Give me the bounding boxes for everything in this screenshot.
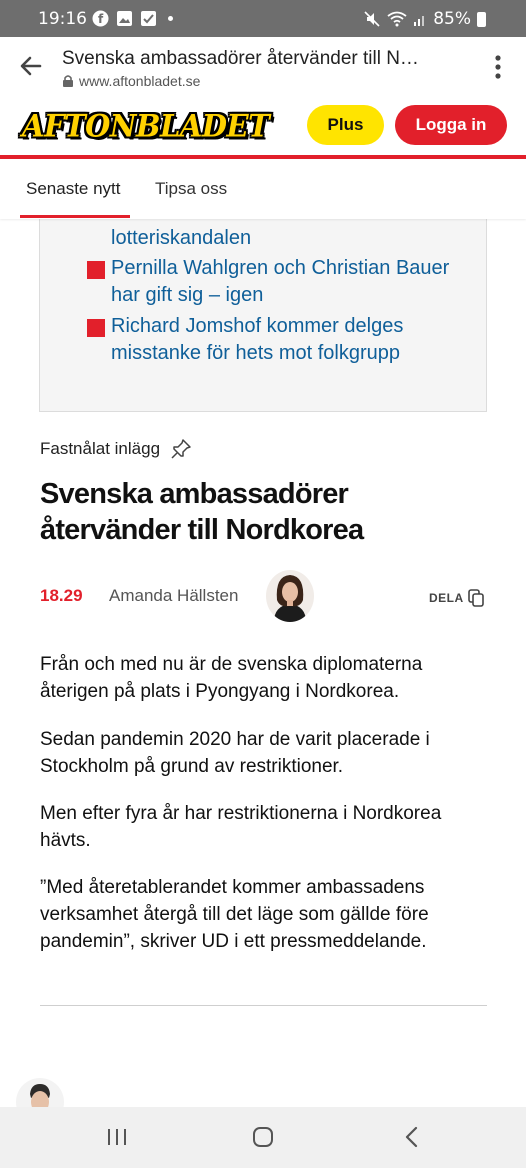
system-navigation-bar: [0, 1107, 526, 1168]
nav-back-icon[interactable]: [402, 1126, 422, 1148]
mute-icon: [364, 11, 380, 27]
battery-percent: 85%: [433, 9, 471, 29]
lock-icon: [63, 75, 73, 87]
url-text: www.aftonbladet.se: [79, 73, 201, 89]
post-time: 18.29: [40, 586, 83, 605]
check-icon: [141, 11, 156, 26]
article-headline: Svenska ambassadörer återvänder till Nor…: [40, 478, 364, 546]
more-notifications-dot: [168, 16, 173, 21]
share-label: DELA: [429, 591, 464, 605]
active-tab-indicator: [20, 215, 130, 218]
more-vert-icon[interactable]: [494, 54, 502, 80]
home-icon[interactable]: [252, 1126, 274, 1148]
related-item-link[interactable]: Pernilla Wahlgren och Christian Bauer ha…: [111, 255, 451, 309]
author-name[interactable]: Amanda Hällsten: [109, 586, 238, 606]
back-arrow-icon[interactable]: [18, 53, 44, 79]
tab-tipsa-oss[interactable]: Tipsa oss: [155, 179, 227, 199]
author-avatar[interactable]: [266, 570, 314, 622]
site-header: AFTONBLADET Plus Logga in: [0, 97, 526, 155]
facebook-icon: f: [92, 10, 109, 27]
pin-icon: [171, 439, 191, 459]
section-tabs: Senaste nytt Tipsa oss: [0, 159, 526, 219]
browser-toolbar: Svenska ambassadörer återvänder till N… …: [0, 37, 526, 98]
gallery-icon: [117, 11, 132, 26]
article-divider: [40, 1005, 487, 1006]
pinned-text: Fastnålat inlägg: [40, 439, 161, 458]
plus-button[interactable]: Plus: [307, 105, 384, 145]
article-paragraph: Från och med nu är de svenska diplomater…: [40, 654, 423, 702]
related-item-link[interactable]: Richard Jomshof kommer delges misstanke …: [111, 313, 451, 367]
status-bar: 19:16 f 85%: [0, 0, 526, 37]
tab-senaste-nytt[interactable]: Senaste nytt: [26, 179, 121, 199]
signal-icon: [414, 15, 425, 26]
login-button[interactable]: Logga in: [395, 105, 507, 145]
recents-icon[interactable]: [106, 1126, 128, 1148]
bullet-square: [87, 261, 105, 279]
status-time: 19:16: [38, 9, 87, 29]
wifi-icon: [387, 11, 407, 27]
share-button[interactable]: DELA: [429, 589, 484, 607]
article-paragraph: Sedan pandemin 2020 har de varit placera…: [40, 729, 430, 777]
article-paragraph: ”Med återetablerandet kommer ambassadens…: [40, 877, 429, 952]
pinned-label: Fastnålat inlägg: [40, 438, 192, 460]
notification-icons: f: [92, 10, 173, 27]
battery-icon: [477, 11, 486, 27]
svg-text:f: f: [98, 12, 104, 26]
page-title[interactable]: Svenska ambassadörer återvänder till N…: [62, 48, 419, 70]
url-display[interactable]: www.aftonbladet.se: [62, 73, 200, 89]
copy-icon: [467, 589, 484, 607]
status-right: 85%: [363, 9, 486, 29]
article-paragraph: Men efter fyra år har restriktionerna i …: [40, 803, 442, 851]
bullet-square: [87, 319, 105, 337]
related-articles-box: lotteriskandalen Pernilla Wahlgren och C…: [39, 190, 487, 412]
aftonbladet-logo[interactable]: AFTONBLADET: [22, 108, 270, 144]
related-item-link[interactable]: lotteriskandalen: [111, 225, 451, 252]
